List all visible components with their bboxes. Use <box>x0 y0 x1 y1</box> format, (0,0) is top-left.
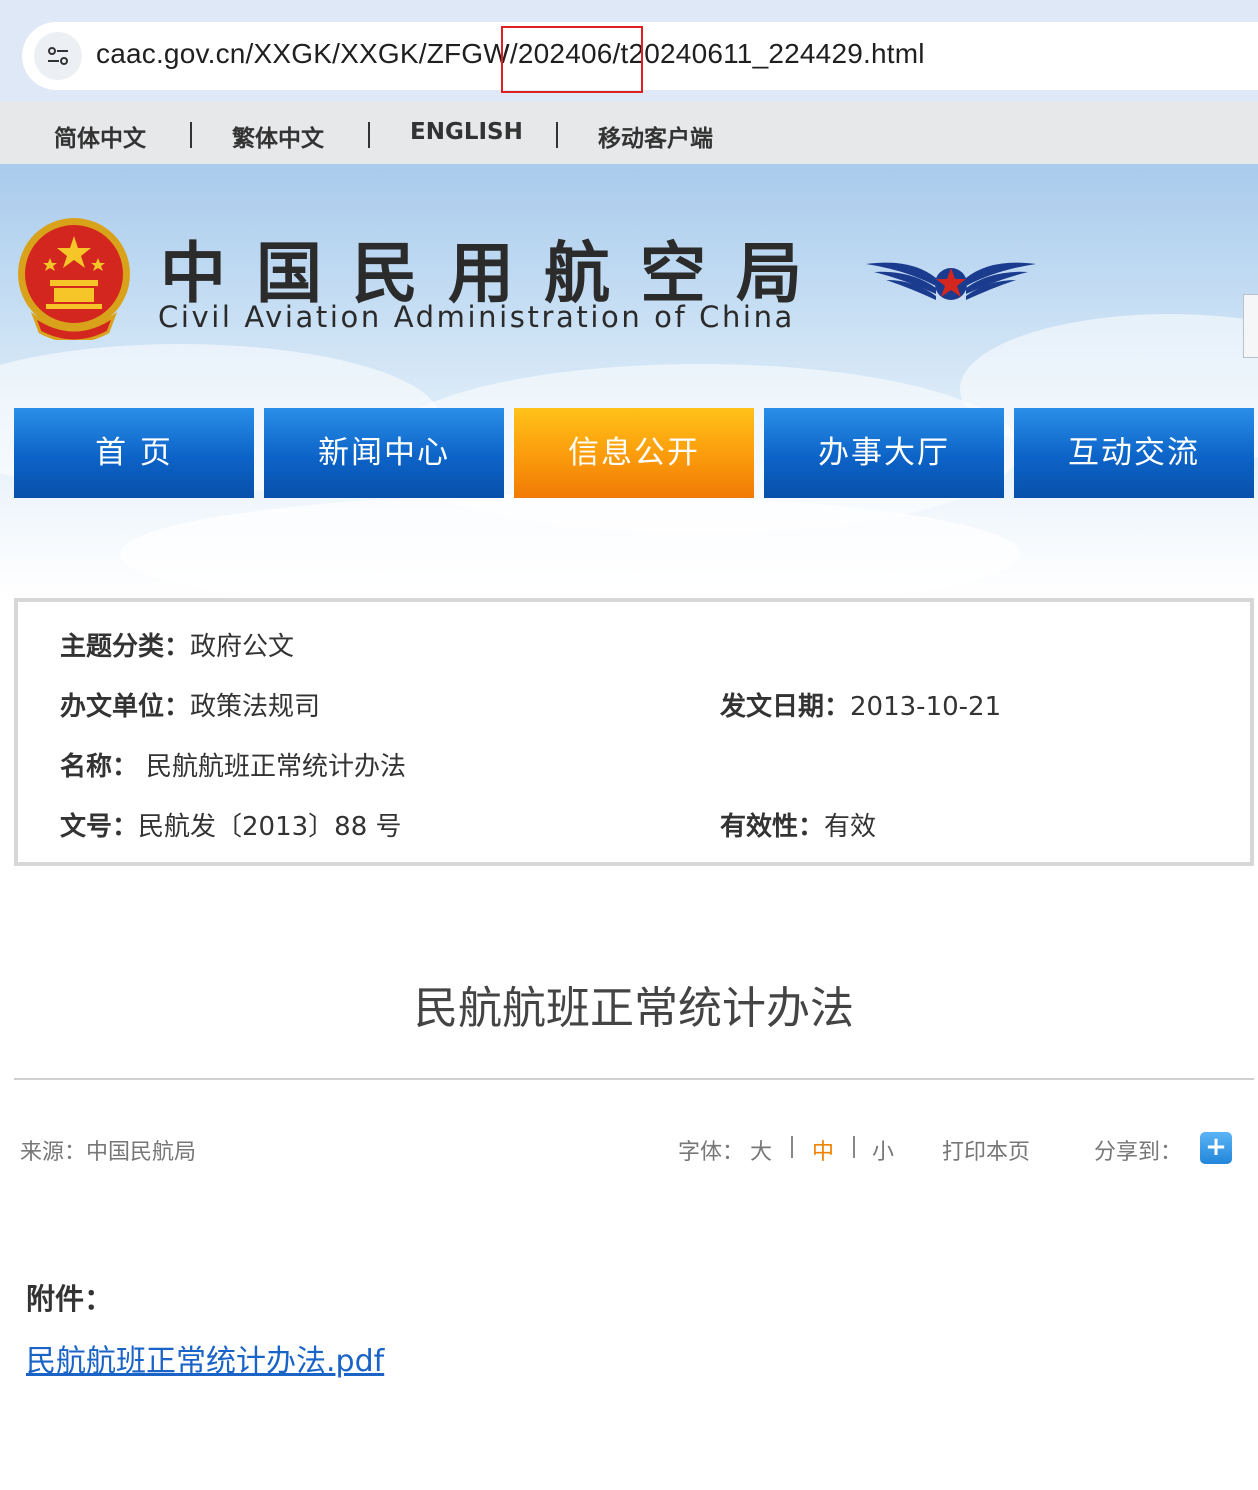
font-size-large[interactable]: 大 <box>750 1134 772 1166</box>
lang-traditional-link[interactable]: 繁体中文 <box>232 119 324 153</box>
site-title-en: Civil Aviation Administration of China <box>158 300 795 334</box>
divider <box>791 1136 793 1158</box>
divider <box>556 122 558 148</box>
name-row: 名称： 民航航班正常统计办法 <box>60 746 406 783</box>
share-label: 分享到： <box>1094 1140 1183 1165</box>
print-page-link[interactable]: 打印本页 <box>942 1134 1030 1166</box>
nav-info-disclosure[interactable]: 信息公开 <box>514 408 754 498</box>
topic-value: 政府公文 <box>190 632 295 662</box>
source-info: 来源：中国民航局 <box>20 1134 196 1166</box>
validity-value: 有效 <box>824 812 877 842</box>
national-emblem-icon <box>18 218 130 340</box>
topic-row: 主题分类：政府公文 <box>60 626 294 663</box>
url-highlight-box <box>501 26 643 93</box>
plus-icon: + <box>1205 1132 1227 1162</box>
nav-news-center[interactable]: 新闻中心 <box>264 408 504 498</box>
divider <box>190 122 192 148</box>
site-info-icon[interactable] <box>34 32 82 80</box>
name-label: 名称： <box>60 752 139 782</box>
docno-value: 民航发〔2013〕88 号 <box>138 812 402 842</box>
article-title: 民航航班正常统计办法 <box>414 983 854 1034</box>
share-plus-button[interactable]: + <box>1200 1132 1232 1164</box>
docno-label: 文号： <box>60 812 139 842</box>
dept-label: 办文单位： <box>60 692 191 722</box>
divider <box>14 1078 1254 1080</box>
date-row: 发文日期：2013-10-21 <box>720 686 1001 723</box>
lang-simplified-link[interactable]: 简体中文 <box>54 119 146 153</box>
lang-english-link[interactable]: ENGLISH <box>410 119 523 145</box>
dept-value: 政策法规司 <box>190 692 321 722</box>
docno-row: 文号：民航发〔2013〕88 号 <box>60 806 402 843</box>
main-nav: 首 页 新闻中心 信息公开 办事大厅 互动交流 <box>0 408 1258 498</box>
nav-interaction[interactable]: 互动交流 <box>1014 408 1254 498</box>
attachment-pdf-link[interactable]: 民航航班正常统计办法.pdf <box>26 1336 384 1380</box>
side-float-tab[interactable] <box>1243 294 1258 358</box>
divider <box>853 1136 855 1158</box>
date-label: 发文日期： <box>720 692 851 722</box>
source-label: 来源： <box>20 1140 87 1165</box>
attachment-label: 附件： <box>26 1282 114 1316</box>
site-banner: 中国民用航空局 Civil Aviation Administration of… <box>0 164 1258 598</box>
dept-row: 办文单位：政策法规司 <box>60 686 320 723</box>
validity-row: 有效性：有效 <box>720 806 876 843</box>
lang-mobile-link[interactable]: 移动客户端 <box>598 119 713 153</box>
font-size-label: 字体： <box>678 1140 745 1165</box>
document-info-box: 主题分类：政府公文 办文单位：政策法规司 发文日期：2013-10-21 名称：… <box>14 598 1254 866</box>
browser-toolbar: caac.gov.cn/XXGK/XXGK/ZFGW/202406/t20240… <box>0 0 1258 102</box>
date-value: 2013-10-21 <box>850 692 1002 722</box>
font-size-small[interactable]: 小 <box>872 1134 894 1166</box>
validity-label: 有效性： <box>720 812 825 842</box>
caac-wings-logo-icon <box>866 262 1036 300</box>
topic-label: 主题分类： <box>60 632 191 662</box>
source-value: 中国民航局 <box>86 1140 197 1165</box>
nav-home[interactable]: 首 页 <box>14 408 254 498</box>
divider <box>368 122 370 148</box>
nav-service-hall[interactable]: 办事大厅 <box>764 408 1004 498</box>
language-bar: 简体中文 繁体中文 ENGLISH 移动客户端 <box>0 102 1258 164</box>
font-size-medium[interactable]: 中 <box>812 1140 834 1165</box>
name-value: 民航航班正常统计办法 <box>146 752 407 782</box>
